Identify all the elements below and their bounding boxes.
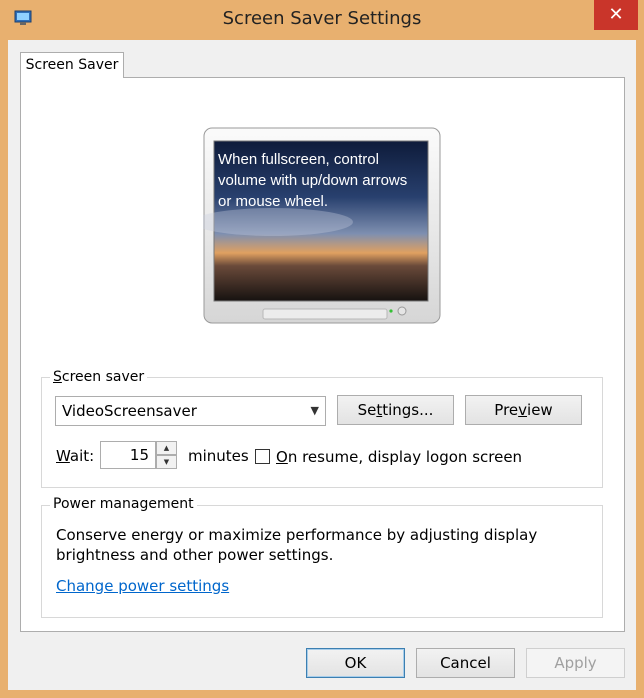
ok-button[interactable]: OK <box>306 648 405 678</box>
legend-accelerator: S <box>53 369 62 385</box>
screen-saver-legend: Screen saver <box>50 369 148 385</box>
change-power-settings-link[interactable]: Change power settings <box>56 577 229 595</box>
preview-button[interactable]: Preview <box>465 395 582 425</box>
resume-logon-checkbox[interactable] <box>255 449 270 464</box>
title-bar[interactable]: Screen Saver Settings ✕ <box>0 0 644 40</box>
spin-up-icon[interactable]: ▲ <box>156 441 177 455</box>
screen-saver-group <box>41 377 603 488</box>
settings-label-pre: Se <box>357 401 377 419</box>
power-description-line1: Conserve energy or maximize performance … <box>56 526 538 544</box>
window-frame: Screen Saver Settings ✕ Screen Saver Whe… <box>0 0 644 698</box>
wait-spinner: ▲ ▼ <box>156 441 177 469</box>
wait-minutes-input[interactable]: 15 <box>100 441 156 469</box>
wait-label: Wait: <box>56 447 94 465</box>
preview-message: When fullscreen, control volume with up/… <box>218 151 408 210</box>
preview-accelerator: v <box>518 401 528 419</box>
resume-logon-label[interactable]: On resume, display logon screen <box>276 448 522 466</box>
preview-label-post: iew <box>527 401 553 419</box>
settings-button[interactable]: Settings... <box>337 395 454 425</box>
selected-screen-saver: VideoScreensaver <box>62 402 197 420</box>
preview-label-pre: Pre <box>494 401 519 419</box>
resume-accelerator: O <box>276 448 288 466</box>
spin-down-icon[interactable]: ▼ <box>156 455 177 469</box>
wait-text: ait: <box>69 447 95 465</box>
settings-label-post: tings... <box>382 401 434 419</box>
apply-button[interactable]: Apply <box>526 648 625 678</box>
window-title: Screen Saver Settings <box>222 8 422 29</box>
screen-saver-select[interactable]: VideoScreensaver ▼ <box>55 396 326 426</box>
cancel-button[interactable]: Cancel <box>416 648 515 678</box>
tab-screen-saver[interactable]: Screen Saver <box>20 52 124 78</box>
wait-accelerator: W <box>56 447 70 465</box>
close-button[interactable]: ✕ <box>594 0 638 30</box>
power-description-line2: brightness and other power settings. <box>56 546 334 564</box>
legend-text: creen saver <box>61 369 145 385</box>
minutes-label: minutes <box>188 447 249 465</box>
power-management-legend: Power management <box>50 496 197 512</box>
resume-text: n resume, display logon screen <box>287 448 523 466</box>
chevron-down-icon[interactable]: ▼ <box>311 397 319 425</box>
